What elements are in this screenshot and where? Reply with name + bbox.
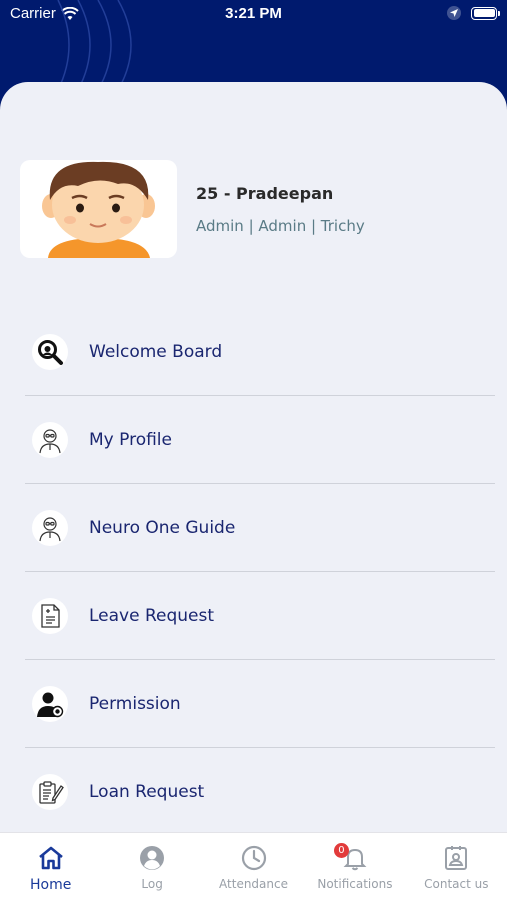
tab-contact-us[interactable]: Contact us [406, 833, 507, 900]
profile-card: 25 - Pradeepan Admin | Admin | Trichy [20, 160, 365, 258]
menu-item-welcome-board[interactable]: Welcome Board [25, 308, 495, 396]
tab-label: Attendance [219, 877, 288, 891]
menu-label: My Profile [89, 429, 172, 450]
document-add-icon [32, 597, 68, 634]
user-circle-icon [140, 846, 165, 870]
menu-label: Loan Request [89, 782, 205, 802]
profile-role: Admin | Admin | Trichy [196, 216, 365, 235]
tab-log[interactable]: Log [101, 833, 202, 900]
menu-label: Leave Request [89, 605, 215, 626]
notification-badge: 0 [333, 843, 349, 858]
user-outline-icon [32, 509, 68, 546]
contact-card-icon [445, 846, 468, 870]
boy-avatar-illustration [42, 161, 155, 258]
tab-label: Notifications [317, 877, 393, 891]
tab-label: Contact us [424, 877, 489, 891]
avatar[interactable] [20, 160, 177, 258]
tab-label: Log [141, 877, 163, 891]
tab-attendance[interactable]: Attendance [203, 833, 304, 900]
user-badge-icon [32, 685, 68, 722]
menu-label: Permission [89, 693, 181, 714]
menu-item-leave-request[interactable]: Leave Request [25, 572, 495, 660]
menu-item-permission[interactable]: Permission [25, 660, 495, 748]
profile-name: 25 - Pradeepan [196, 183, 334, 203]
menu-item-neuro-one-guide[interactable]: Neuro One Guide [25, 484, 495, 572]
side-menu: Welcome Board My Profile Neuro One Guide… [25, 308, 495, 832]
home-icon [38, 846, 63, 870]
user-outline-icon [32, 421, 68, 458]
content-panel: 25 - Pradeepan Admin | Admin | Trichy We… [0, 82, 507, 832]
tab-home[interactable]: Home [0, 833, 101, 900]
search-icon [32, 333, 68, 370]
menu-item-loan-request[interactable]: Loan Request [25, 748, 495, 832]
menu-label: Welcome Board [89, 341, 223, 362]
tab-notifications[interactable]: 0 Notifications [304, 833, 405, 900]
menu-item-my-profile[interactable]: My Profile [25, 396, 495, 484]
clipboard-edit-icon [32, 774, 68, 810]
bottom-tab-bar: Home Log Attendance 0 Notifications Cont… [0, 832, 507, 900]
header-decoration [57, 0, 132, 90]
menu-label: Neuro One Guide [89, 517, 236, 538]
clock-icon [241, 845, 266, 871]
tab-label: Home [30, 877, 72, 893]
